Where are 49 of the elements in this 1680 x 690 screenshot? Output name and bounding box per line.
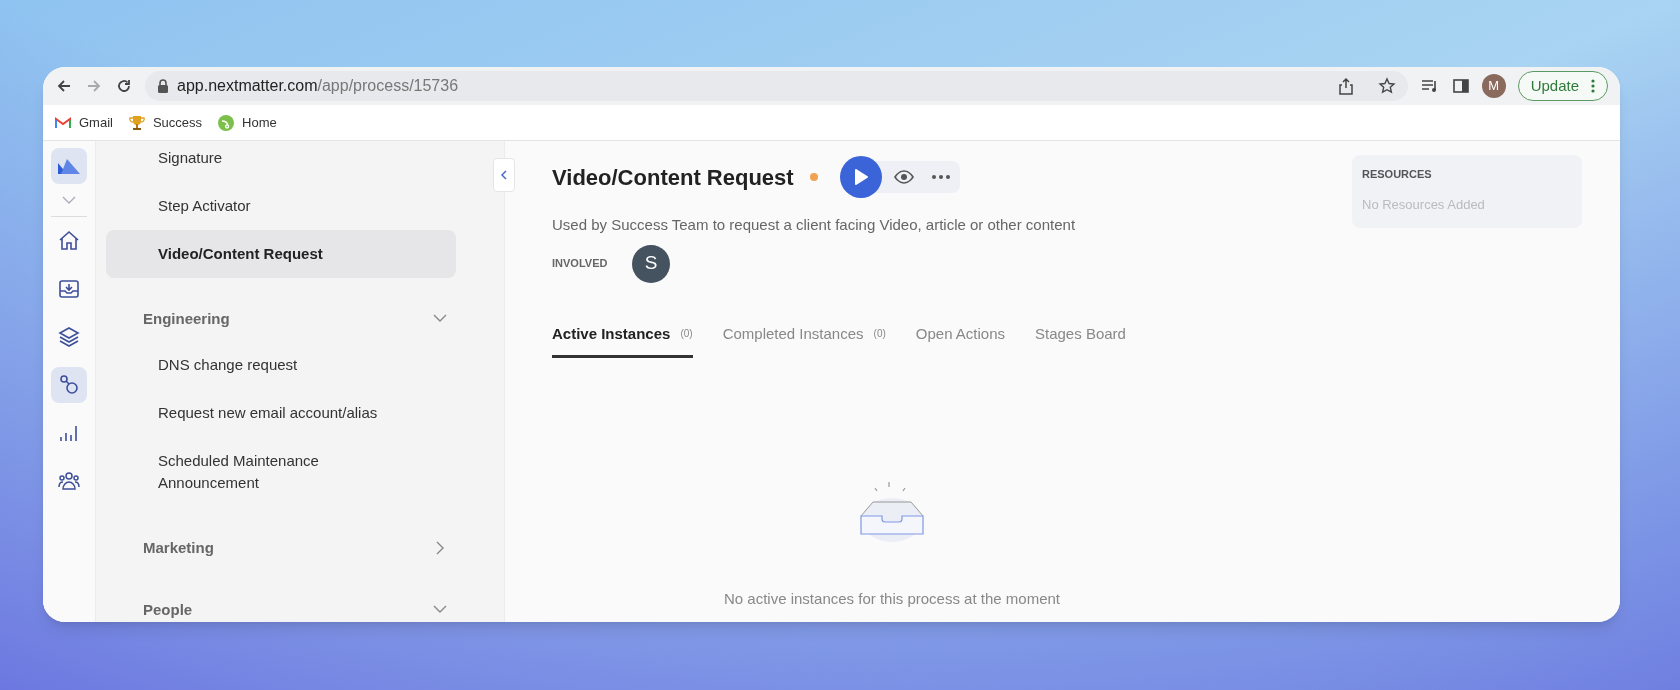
logo-icon	[57, 157, 81, 175]
tab[interactable]: Open Actions	[915, 322, 1005, 358]
bookmark-link[interactable]: Success	[128, 112, 203, 133]
tab[interactable]: Completed Instances (0)	[722, 322, 886, 358]
sidebar-item[interactable]: Step Activator	[106, 182, 456, 230]
involved-label: INVOLVED	[552, 256, 609, 272]
play-icon	[852, 168, 869, 186]
process-title: Video/Content Request	[552, 163, 794, 192]
update-button[interactable]: Update	[1517, 71, 1608, 101]
play-button[interactable]	[839, 156, 882, 198]
share-icon[interactable]	[1337, 77, 1354, 95]
user-avatar[interactable]: S	[632, 244, 670, 283]
side-panel-icon[interactable]	[1451, 77, 1470, 95]
sidebar-item[interactable]: Video/Content Request	[106, 230, 456, 278]
star-icon[interactable]	[1377, 77, 1396, 95]
kebab-icon	[1591, 79, 1595, 93]
sidebar-item[interactable]: DNS change request	[106, 340, 456, 389]
sidebar-item[interactable]: Request new email account/alias	[106, 388, 456, 437]
more-icon[interactable]	[931, 175, 950, 179]
nav-rail-button[interactable]	[51, 367, 87, 403]
app-logo[interactable]	[51, 148, 87, 184]
layers-icon	[57, 325, 81, 349]
process-icon	[57, 373, 81, 397]
bookmark-link[interactable]: Home	[218, 112, 277, 133]
process-description: Used by Success Team to request a client facing Video, article or other content	[552, 215, 1077, 235]
group-label[interactable]: Marketing	[143, 536, 214, 559]
group-label[interactable]: People	[143, 599, 193, 622]
empty-state-text: No active instances for this process at the moment	[724, 588, 1060, 609]
chevron-left-icon	[500, 169, 508, 181]
resources-empty-text: No Resources Added	[1362, 195, 1486, 214]
sidebar-item[interactable]: Scheduled Maintenance Announcement	[106, 436, 456, 507]
profile-avatar[interactable]: M	[1481, 74, 1506, 98]
tab[interactable]: Stages Board	[1035, 322, 1126, 358]
mail-icon	[55, 116, 71, 129]
people-icon	[57, 469, 81, 493]
leaf-circle-icon	[218, 114, 235, 131]
address-bar[interactable]: app.nextmatter.com/app/process/15736	[145, 71, 1408, 101]
tab[interactable]: Active Instances (0)	[552, 322, 693, 358]
lock-icon	[157, 79, 169, 93]
url-text: app.nextmatter.com/app/process/15736	[177, 76, 459, 96]
group-label[interactable]: Engineering	[143, 308, 230, 331]
resources-heading: RESOURCES	[1362, 167, 1433, 182]
reload-icon[interactable]	[115, 77, 133, 95]
inbox-icon	[57, 277, 81, 301]
home-icon	[57, 229, 81, 253]
bookmark-link[interactable]: Gmail	[55, 112, 113, 133]
trophy-icon	[128, 114, 145, 131]
sidebar-item[interactable]: Signature	[106, 145, 456, 182]
eye-icon[interactable]	[893, 170, 914, 184]
